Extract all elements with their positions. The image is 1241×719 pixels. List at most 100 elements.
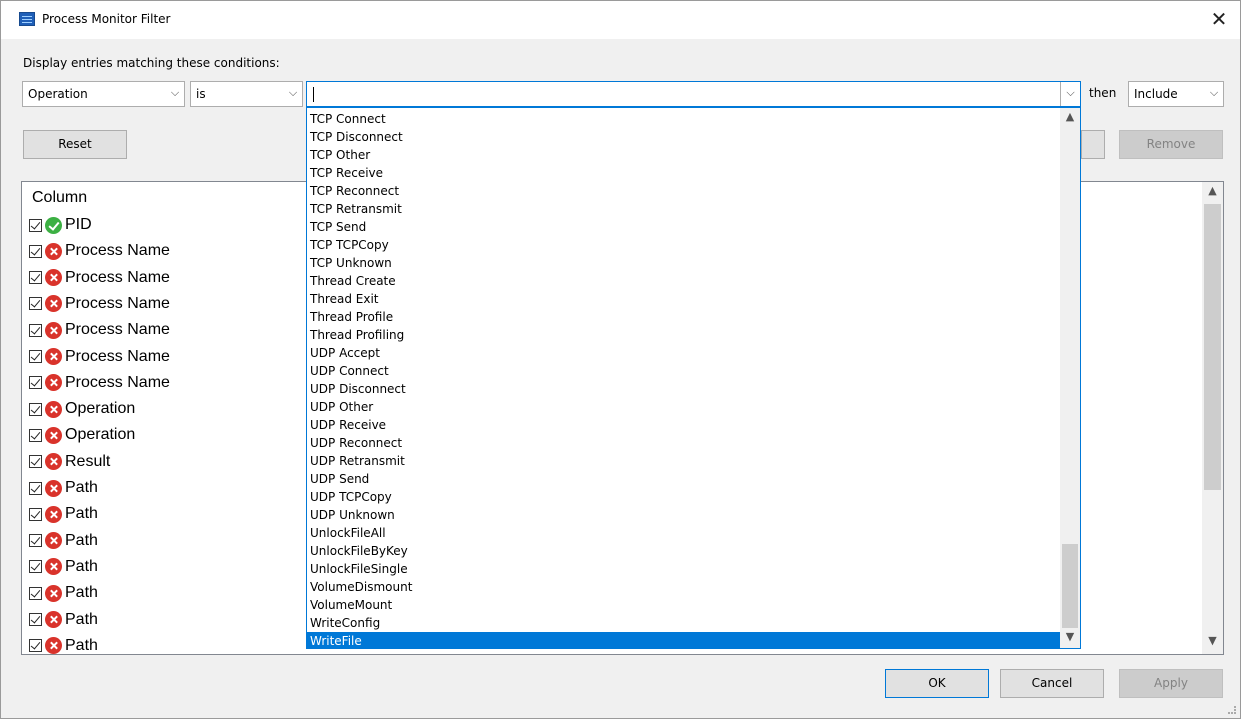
include-check-icon bbox=[45, 216, 62, 234]
scroll-down-icon[interactable]: ▼ bbox=[1202, 634, 1223, 652]
ok-button[interactable]: OK bbox=[885, 669, 989, 698]
dropdown-option[interactable]: TCP Connect bbox=[307, 110, 1060, 128]
dropdown-option[interactable]: UDP Reconnect bbox=[307, 434, 1060, 452]
cancel-button[interactable]: Cancel bbox=[1000, 669, 1104, 698]
row-column-label: Process Name bbox=[65, 321, 170, 339]
dropdown-option[interactable]: TCP Retransmit bbox=[307, 200, 1060, 218]
checkbox[interactable] bbox=[29, 271, 42, 285]
checkbox[interactable] bbox=[29, 297, 42, 311]
add-button[interactable] bbox=[1081, 130, 1105, 159]
checkbox[interactable] bbox=[29, 218, 42, 232]
row-column-label: Path bbox=[65, 636, 98, 654]
dropdown-option[interactable]: TCP Unknown bbox=[307, 254, 1060, 272]
list-row[interactable]: Process Name bbox=[29, 370, 170, 396]
chevron-down-icon[interactable]: ⌵ bbox=[284, 82, 302, 106]
checkbox[interactable] bbox=[29, 639, 42, 653]
list-row[interactable]: Process Name bbox=[29, 344, 170, 370]
scroll-thumb[interactable] bbox=[1062, 544, 1078, 628]
checkbox[interactable] bbox=[29, 586, 42, 600]
dropdown-option[interactable]: VolumeMount bbox=[307, 596, 1060, 614]
value-combobox[interactable]: ⌵ bbox=[306, 81, 1081, 107]
list-row[interactable]: Process Name bbox=[29, 291, 170, 317]
dropdown-scrollbar[interactable]: ▲ ▼ bbox=[1060, 108, 1080, 648]
dropdown-option[interactable]: Thread Create bbox=[307, 272, 1060, 290]
row-column-label: Process Name bbox=[65, 347, 170, 365]
list-row[interactable]: Operation bbox=[29, 422, 135, 448]
checkbox[interactable] bbox=[29, 560, 42, 574]
apply-button[interactable]: Apply bbox=[1119, 669, 1223, 698]
dropdown-option[interactable]: UDP Unknown bbox=[307, 506, 1060, 524]
chevron-down-icon[interactable]: ⌵ bbox=[166, 82, 184, 106]
dropdown-option[interactable]: UnlockFileAll bbox=[307, 524, 1060, 542]
checkbox[interactable] bbox=[29, 507, 42, 521]
checkbox[interactable] bbox=[29, 402, 42, 416]
dropdown-option[interactable]: UnlockFileSingle bbox=[307, 560, 1060, 578]
dropdown-option[interactable]: VolumeDismount bbox=[307, 578, 1060, 596]
list-row[interactable]: Path bbox=[29, 580, 98, 606]
row-column-label: Process Name bbox=[65, 294, 170, 312]
dropdown-option[interactable]: UDP Connect bbox=[307, 362, 1060, 380]
dropdown-option[interactable]: TCP Send bbox=[307, 218, 1060, 236]
chevron-down-icon[interactable]: ⌵ bbox=[1060, 82, 1080, 106]
dropdown-option[interactable]: TCP Receive bbox=[307, 164, 1060, 182]
row-column-label: Path bbox=[65, 531, 98, 549]
dropdown-option[interactable]: Thread Profile bbox=[307, 308, 1060, 326]
dropdown-option[interactable]: Thread Profiling bbox=[307, 326, 1060, 344]
dropdown-option[interactable]: UDP Other bbox=[307, 398, 1060, 416]
dropdown-option[interactable]: Thread Exit bbox=[307, 290, 1060, 308]
dropdown-option[interactable]: WriteFile bbox=[307, 632, 1060, 648]
list-row[interactable]: Path bbox=[29, 633, 98, 654]
dropdown-option[interactable]: UnlockFileByKey bbox=[307, 542, 1060, 560]
dropdown-option[interactable]: TCP Other bbox=[307, 146, 1060, 164]
action-select[interactable]: Include ⌵ bbox=[1128, 81, 1224, 107]
list-row[interactable]: Path bbox=[29, 607, 98, 633]
checkbox[interactable] bbox=[29, 481, 42, 495]
column-select[interactable]: Operation ⌵ bbox=[22, 81, 185, 107]
list-row[interactable]: Process Name bbox=[29, 238, 170, 264]
list-row[interactable]: Path bbox=[29, 554, 98, 580]
dropdown-option[interactable]: UDP Disconnect bbox=[307, 380, 1060, 398]
remove-button[interactable]: Remove bbox=[1119, 130, 1223, 159]
dropdown-option[interactable]: UDP Retransmit bbox=[307, 452, 1060, 470]
list-row[interactable]: Path bbox=[29, 528, 98, 554]
checkbox[interactable] bbox=[29, 323, 42, 337]
scroll-up-icon[interactable]: ▲ bbox=[1202, 184, 1223, 202]
relation-select[interactable]: is ⌵ bbox=[190, 81, 303, 107]
list-row[interactable]: Process Name bbox=[29, 317, 170, 343]
exclude-x-icon bbox=[45, 242, 62, 260]
checkbox[interactable] bbox=[29, 455, 42, 469]
list-row[interactable]: PID bbox=[29, 212, 92, 238]
checkbox[interactable] bbox=[29, 428, 42, 442]
row-column-label: Process Name bbox=[65, 242, 170, 260]
close-icon[interactable]: ✕ bbox=[1197, 1, 1241, 39]
exclude-x-icon bbox=[45, 637, 62, 654]
scroll-down-icon[interactable]: ▼ bbox=[1060, 630, 1080, 646]
dropdown-option[interactable]: UDP Accept bbox=[307, 344, 1060, 362]
checkbox[interactable] bbox=[29, 534, 42, 548]
operation-dropdown-list[interactable]: TCP Connect TCP Disconnect TCP Other TCP Re… bbox=[306, 107, 1081, 649]
dropdown-option[interactable]: UDP TCPCopy bbox=[307, 488, 1060, 506]
column-header[interactable]: Column bbox=[32, 189, 87, 207]
dropdown-option[interactable]: UDP Receive bbox=[307, 416, 1060, 434]
checkbox[interactable] bbox=[29, 376, 42, 390]
chevron-down-icon[interactable]: ⌵ bbox=[1205, 82, 1223, 106]
dropdown-option[interactable]: TCP Disconnect bbox=[307, 128, 1060, 146]
list-row[interactable]: Path bbox=[29, 475, 98, 501]
list-row[interactable]: Path bbox=[29, 501, 98, 527]
checkbox[interactable] bbox=[29, 244, 42, 258]
resize-grip-icon[interactable] bbox=[1228, 706, 1236, 714]
scroll-up-icon[interactable]: ▲ bbox=[1060, 110, 1080, 126]
dropdown-option[interactable]: WriteConfig bbox=[307, 614, 1060, 632]
scroll-thumb[interactable] bbox=[1204, 204, 1221, 490]
checkbox[interactable] bbox=[29, 613, 42, 626]
row-column-label: Process Name bbox=[65, 268, 170, 286]
list-row[interactable]: Operation bbox=[29, 396, 135, 422]
dropdown-option[interactable]: TCP Reconnect bbox=[307, 182, 1060, 200]
dropdown-option[interactable]: UDP Send bbox=[307, 470, 1060, 488]
list-row[interactable]: Process Name bbox=[29, 265, 170, 291]
list-row[interactable]: Result bbox=[29, 449, 110, 475]
list-scrollbar[interactable]: ▲ ▼ bbox=[1202, 182, 1223, 654]
dropdown-option[interactable]: TCP TCPCopy bbox=[307, 236, 1060, 254]
checkbox[interactable] bbox=[29, 350, 42, 363]
reset-button[interactable]: Reset bbox=[23, 130, 127, 159]
